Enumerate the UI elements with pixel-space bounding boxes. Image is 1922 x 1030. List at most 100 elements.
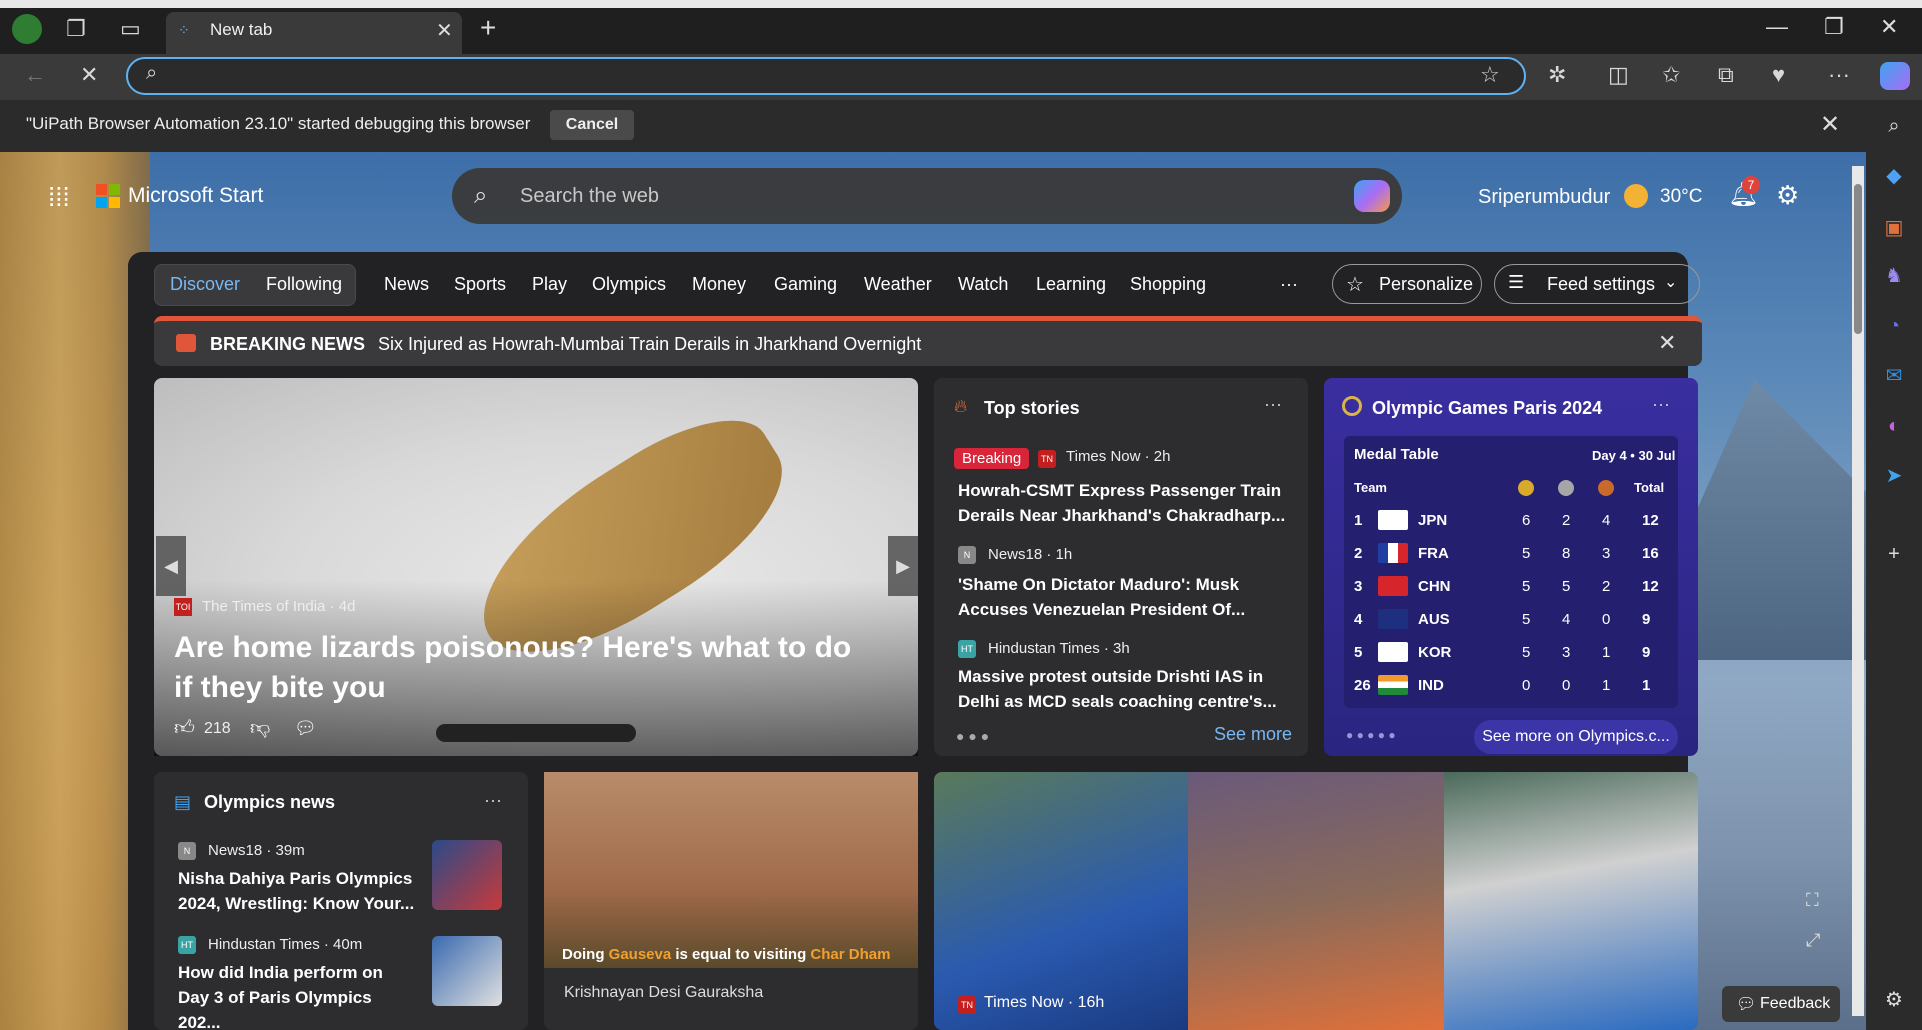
nav-olympics[interactable]: Olympics <box>592 274 666 295</box>
sidebar-add-icon[interactable]: + <box>1880 540 1908 568</box>
medal-table[interactable] <box>1344 436 1678 708</box>
sidebar-games-icon[interactable]: ♞ <box>1880 262 1908 290</box>
workspaces-icon[interactable]: ❐ <box>66 16 86 42</box>
nav-play[interactable]: Play <box>532 274 567 295</box>
toi-source-icon: TOI <box>174 598 192 616</box>
nav-news[interactable]: News <box>384 274 429 295</box>
breaking-news-headline[interactable]: Six Injured as Howrah-Mumbai Train Derai… <box>378 334 921 355</box>
web-search-icon: ⌕ <box>474 182 488 209</box>
weather-temperature[interactable]: 30°C <box>1660 186 1702 208</box>
back-icon[interactable]: ← <box>24 62 46 88</box>
cancel-button[interactable]: Cancel <box>550 110 634 140</box>
total-count: 1 <box>1642 677 1651 694</box>
medal-team: FRA <box>1418 545 1449 562</box>
hero-next-button[interactable]: ▶ <box>888 536 918 596</box>
nav-more-button[interactable]: ··· <box>1280 274 1298 295</box>
search-icon: ⌕ <box>146 62 158 84</box>
olympics-news-headline[interactable]: How did India perform on Day 3 of Paris … <box>178 960 418 1030</box>
hero-headline[interactable]: Are home lizards poisonous? Here's what … <box>174 628 874 708</box>
settings-more-icon[interactable]: ··· <box>1828 62 1850 88</box>
stop-loading-icon[interactable]: ✕ <box>80 62 98 88</box>
wrestling-thumbnail[interactable] <box>432 840 502 910</box>
close-infobar-icon[interactable]: ✕ <box>1820 110 1840 139</box>
close-tab-icon[interactable]: ✕ <box>436 18 453 43</box>
favorite-star-icon[interactable]: ☆ <box>1480 62 1500 88</box>
see-more-link[interactable]: See more <box>1214 724 1292 745</box>
nav-learning[interactable]: Learning <box>1036 274 1106 295</box>
web-search-placeholder[interactable]: Search the web <box>520 185 659 208</box>
nav-money[interactable]: Money <box>692 274 746 295</box>
team-header: Team <box>1354 480 1387 495</box>
top-stories-more-icon[interactable]: ··· <box>1264 394 1282 415</box>
silver-count: 2 <box>1562 512 1571 529</box>
olympics-news-headline[interactable]: Nisha Dahiya Paris Olympics 2024, Wrestl… <box>178 866 418 916</box>
olympics-more-icon[interactable]: ··· <box>1652 394 1670 415</box>
olympics-title[interactable]: Olympic Games Paris 2024 <box>1372 398 1602 419</box>
nav-watch[interactable]: Watch <box>958 274 1008 295</box>
sidebar-settings-icon[interactable]: ⚙ <box>1880 986 1908 1014</box>
olympics-dots[interactable]: ● ● ● ● ● <box>1346 728 1396 742</box>
sidebar-tools-icon[interactable]: ▣ <box>1880 214 1908 242</box>
nav-shopping[interactable]: Shopping <box>1130 274 1206 295</box>
close-window-icon[interactable]: ✕ <box>1880 14 1898 40</box>
extensions-icon[interactable]: ✲ <box>1548 62 1566 88</box>
tab-following[interactable]: Following <box>266 274 342 295</box>
restore-icon[interactable]: ❐ <box>1824 14 1844 40</box>
sidebar-designer-icon[interactable]: ◐ <box>1880 412 1908 440</box>
flag-icon <box>1378 576 1408 596</box>
hero-prev-button[interactable]: ◀ <box>156 536 186 596</box>
sidebar-outlook-icon[interactable]: ✉ <box>1880 362 1908 390</box>
olympics-see-more-button[interactable]: See more on Olympics.c... <box>1474 720 1678 754</box>
story-headline[interactable]: Massive protest outside Drishti IAS in D… <box>958 664 1288 714</box>
weather-location[interactable]: Sriperumbudur <box>1478 186 1610 209</box>
olympics-news-more-icon[interactable]: ··· <box>484 790 502 811</box>
silver-count: 3 <box>1562 644 1571 661</box>
sliders-icon: ☰ <box>1508 272 1525 292</box>
dislike-icon[interactable]: 👎︎ <box>250 716 270 740</box>
flag-icon <box>1378 510 1408 530</box>
flag-icon <box>1378 675 1408 695</box>
story-headline[interactable]: 'Shame On Dictator Maduro': Musk Accuses… <box>958 572 1288 622</box>
collections-icon[interactable]: ⧉ <box>1718 62 1734 88</box>
breaking-badge: Breaking <box>954 448 1030 469</box>
nav-gaming[interactable]: Gaming <box>774 274 837 295</box>
nav-sports[interactable]: Sports <box>454 274 506 295</box>
browser-essentials-icon[interactable]: ♥ <box>1772 62 1785 88</box>
cricket-card[interactable] <box>934 772 1698 1030</box>
table-tennis-thumbnail[interactable] <box>432 936 502 1006</box>
sidebar-microsoft365-icon[interactable]: ◔ <box>1880 312 1908 340</box>
page-settings-gear-icon[interactable]: ⚙ <box>1776 180 1799 211</box>
medal-team: AUS <box>1418 611 1450 628</box>
tab-discover[interactable]: Discover <box>170 274 240 295</box>
scrollbar-thumb[interactable] <box>1854 184 1862 334</box>
bronze-count: 2 <box>1602 578 1611 595</box>
background-image-icon[interactable]: ⛶ <box>1806 890 1819 911</box>
split-screen-icon[interactable]: ◫ <box>1608 62 1629 88</box>
new-tab-button[interactable]: + <box>480 12 496 44</box>
story-headline[interactable]: Howrah-CSMT Express Passenger Train Dera… <box>958 478 1288 528</box>
copilot-search-icon[interactable] <box>1354 180 1390 212</box>
story-source: Hindustan Times · 3h <box>988 640 1130 657</box>
address-input[interactable] <box>180 63 1460 89</box>
sidebar-shopping-icon[interactable]: ◆ <box>1880 162 1908 190</box>
nav-weather[interactable]: Weather <box>864 274 932 295</box>
expand-icon[interactable]: ⤢ <box>1806 930 1820 951</box>
tab-actions-icon[interactable]: ▭ <box>120 16 141 42</box>
comment-icon[interactable]: 💬︎ <box>294 718 317 739</box>
profile-avatar[interactable] <box>12 14 42 44</box>
brand-title[interactable]: Microsoft Start <box>128 184 263 208</box>
copilot-icon[interactable] <box>1880 62 1910 90</box>
close-breaking-icon[interactable]: ✕ <box>1658 330 1676 356</box>
hindustan-times-icon: HT <box>958 640 976 658</box>
carousel-dots[interactable] <box>436 724 636 742</box>
olympics-logo-icon <box>1342 396 1362 416</box>
sidebar-drop-icon[interactable]: ➤ <box>1880 462 1908 490</box>
minimize-icon[interactable]: — <box>1766 14 1788 40</box>
like-icon[interactable]: 👍︎ <box>174 716 195 740</box>
favorites-icon[interactable]: ✩ <box>1662 62 1680 88</box>
story-dots[interactable]: ● ● ● <box>956 728 989 744</box>
app-launcher-icon[interactable]: ⁞⁞⁞ <box>48 182 70 213</box>
microsoft-logo-icon <box>96 184 120 208</box>
top-stories-title: Top stories <box>984 398 1080 418</box>
sidebar-search-icon[interactable]: ⌕ <box>1880 112 1908 140</box>
